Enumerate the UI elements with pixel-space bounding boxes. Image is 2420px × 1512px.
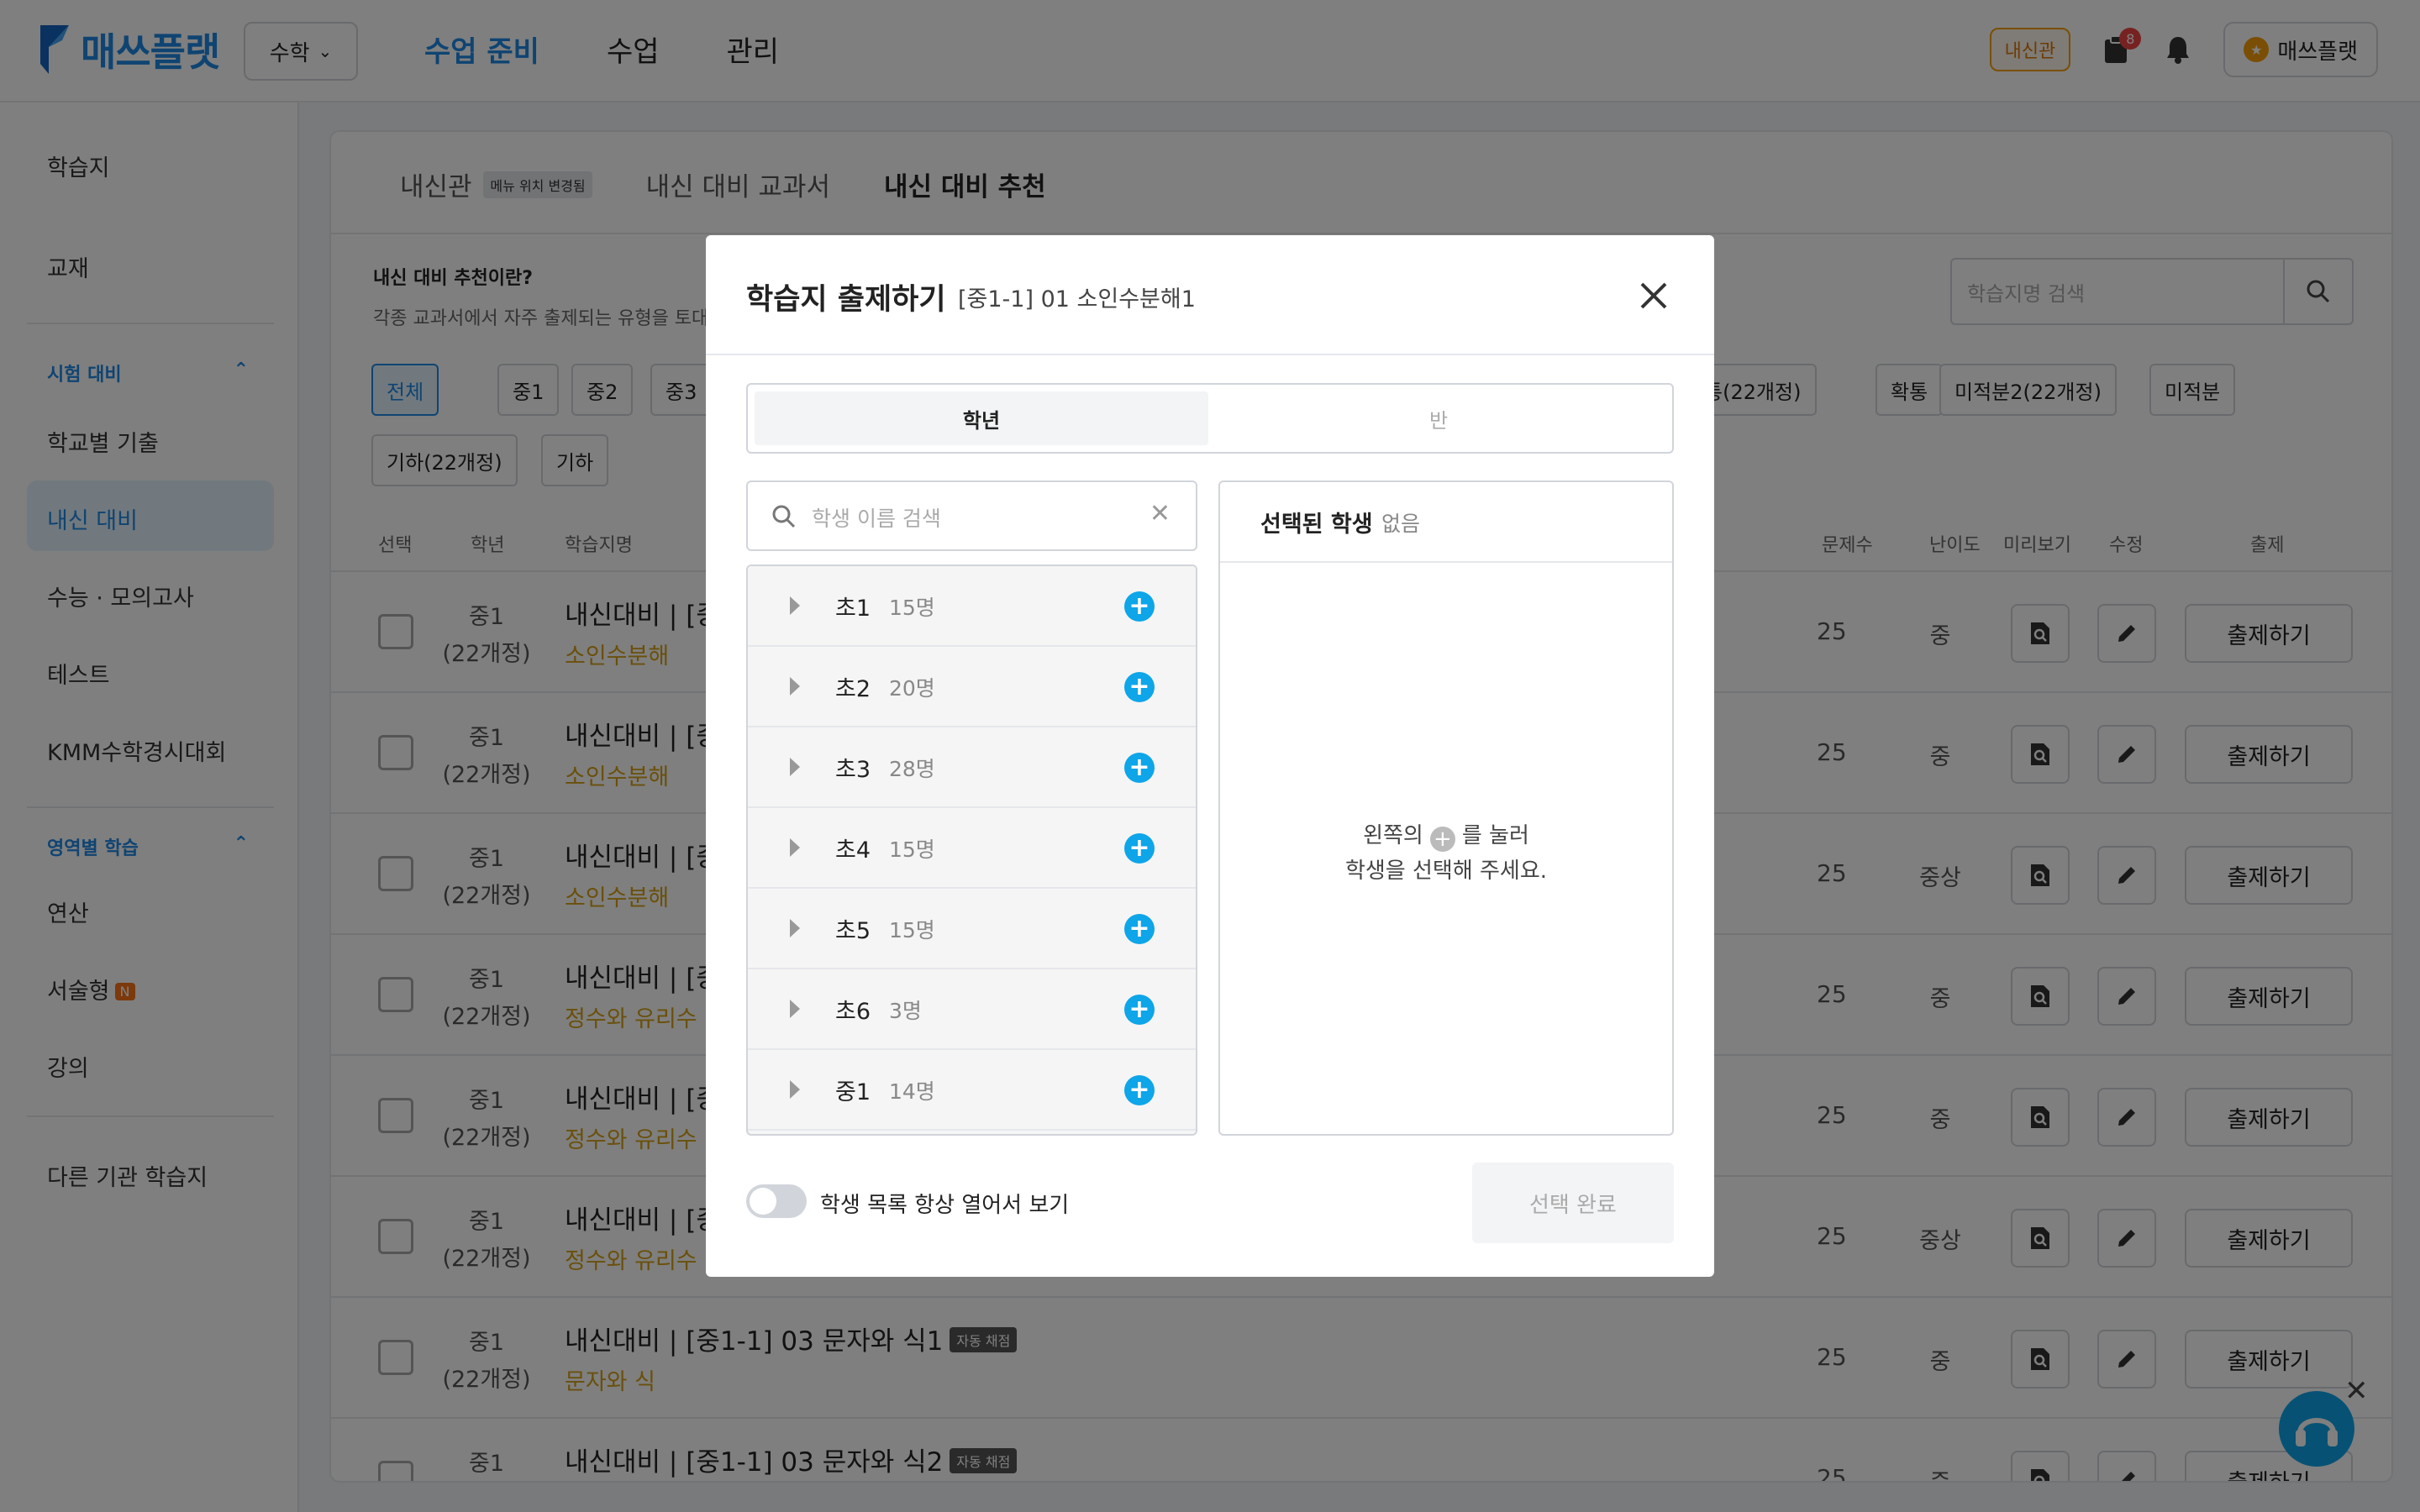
group-count: 28명	[889, 757, 935, 781]
group-name: 중1	[835, 1079, 871, 1105]
student-search-placeholder: 학생 이름 검색	[812, 507, 941, 531]
always-open-toggle[interactable]	[746, 1184, 807, 1218]
expand-arrow-icon[interactable]	[790, 677, 800, 696]
add-plus-icon[interactable]: +	[1124, 591, 1155, 622]
group-count: 15명	[889, 918, 935, 942]
group-name: 초4	[835, 837, 871, 864]
group-count: 15명	[889, 837, 935, 862]
expand-arrow-icon[interactable]	[790, 1000, 800, 1018]
selected-none: 없음	[1381, 512, 1421, 536]
toggle-knob	[750, 1188, 776, 1215]
selected-label: 선택된 학생	[1260, 512, 1373, 538]
search-icon	[772, 505, 796, 528]
empty-hint-line2: 학생을 선택해 주세요.	[1344, 858, 1548, 884]
modal-subtitle: [중1-1] 01 소인수분해1	[958, 286, 1196, 312]
assign-modal: 학습지 출제하기 [중1-1] 01 소인수분해1 학년 반 학생 이름 검색 …	[706, 235, 1714, 1277]
group-type-toggle: 학년 반	[746, 383, 1674, 454]
group-name: 초1	[835, 596, 871, 622]
grade-group-item[interactable]: 초2 20명 +	[748, 647, 1196, 727]
plus-icon: +	[1429, 827, 1455, 852]
group-count: 20명	[889, 676, 935, 701]
empty-hint-a: 왼쪽의	[1363, 823, 1423, 848]
expand-arrow-icon[interactable]	[790, 1080, 800, 1099]
seg-grade[interactable]: 학년	[755, 391, 1208, 445]
group-name: 초3	[835, 757, 871, 783]
group-name: 초6	[835, 999, 871, 1025]
grade-group-item[interactable]: 초3 28명 +	[748, 727, 1196, 808]
group-name: 초2	[835, 676, 871, 702]
expand-arrow-icon[interactable]	[790, 919, 800, 937]
group-name: 초5	[835, 918, 871, 944]
add-plus-icon[interactable]: +	[1124, 672, 1155, 702]
grade-group-item[interactable]: 중1 14명 +	[748, 1050, 1196, 1131]
clear-icon[interactable]: ✕	[1150, 499, 1171, 528]
grade-group-list: 초1 15명 + 초2 20명 + 초3 28명 + 초4 15명 + 초5 15명 + 초6 3명 + 중1 14명…	[746, 564, 1197, 1136]
expand-arrow-icon[interactable]	[790, 838, 800, 857]
select-done-button[interactable]: 선택 완료	[1472, 1163, 1674, 1243]
grade-group-item[interactable]: 초1 15명 +	[748, 566, 1196, 647]
seg-class[interactable]: 반	[1212, 391, 1665, 445]
add-plus-icon[interactable]: +	[1124, 1075, 1155, 1105]
grade-group-item[interactable]: 초6 3명 +	[748, 969, 1196, 1050]
toggle-label: 학생 목록 항상 열어서 보기	[820, 1193, 1070, 1218]
add-plus-icon[interactable]: +	[1124, 914, 1155, 944]
add-plus-icon[interactable]: +	[1124, 833, 1155, 864]
group-count: 3명	[889, 999, 922, 1023]
add-plus-icon[interactable]: +	[1124, 753, 1155, 783]
group-count: 14명	[889, 1079, 935, 1104]
empty-hint-line1: 왼쪽의 + 를 눌러	[1220, 818, 1672, 852]
group-count: 15명	[889, 596, 935, 620]
modal-title: 학습지 출제하기	[746, 283, 946, 317]
student-search-input[interactable]: 학생 이름 검색 ✕	[746, 480, 1197, 551]
grade-group-item[interactable]: 초5 15명 +	[748, 889, 1196, 969]
modal-divider	[706, 354, 1714, 355]
expand-arrow-icon[interactable]	[790, 758, 800, 776]
add-plus-icon[interactable]: +	[1124, 995, 1155, 1025]
panel-divider	[1220, 561, 1672, 563]
close-icon[interactable]	[1635, 277, 1672, 314]
grade-group-item[interactable]: 초4 15명 +	[748, 808, 1196, 889]
expand-arrow-icon[interactable]	[790, 596, 800, 615]
selected-students-panel: 선택된 학생 없음 왼쪽의 + 를 눌러 학생을 선택해 주세요.	[1218, 480, 1674, 1136]
empty-hint-b: 를 눌러	[1461, 823, 1529, 848]
